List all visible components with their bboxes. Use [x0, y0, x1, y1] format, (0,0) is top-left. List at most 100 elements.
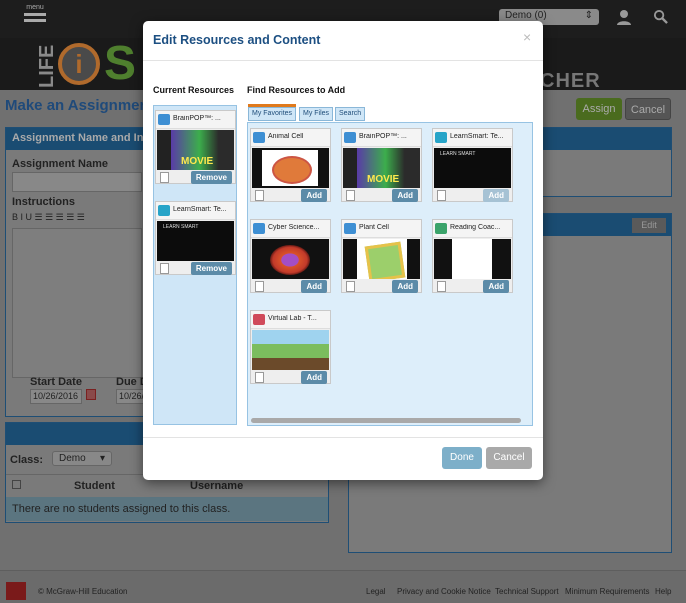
- due-date-field[interactable]: 10/26/: [116, 389, 144, 404]
- document-icon: [160, 172, 169, 183]
- card-title: LearnSmart: Te...: [173, 206, 227, 213]
- start-date-field[interactable]: 10/26/2016: [30, 389, 82, 404]
- card-thumbnail: LEARN SMART: [434, 148, 511, 188]
- current-resource-card: LearnSmart: Te... LEARN SMART Remove: [155, 201, 236, 275]
- resource-card: Animal Cell Add: [250, 128, 331, 202]
- resource-card: Reading Coac... Add: [432, 219, 513, 293]
- card-thumbnail: [343, 239, 420, 279]
- footer-link-requirements[interactable]: Minimum Requirements: [565, 587, 649, 596]
- select-arrows-icon: ⇕: [584, 10, 593, 21]
- card-title: Animal Cell: [268, 133, 304, 140]
- instructions-editor[interactable]: [12, 228, 142, 378]
- add-button[interactable]: Add: [301, 189, 327, 202]
- footer-link-legal[interactable]: Legal: [366, 587, 386, 596]
- user-icon[interactable]: [616, 9, 632, 25]
- page-title: Make an Assignment: [5, 97, 154, 114]
- reading-coach-thumbnail: [452, 239, 492, 279]
- student-column-header: Student: [74, 480, 115, 492]
- card-title: BrainPOP™: ...: [359, 133, 407, 140]
- menu-button[interactable]: menu: [24, 4, 46, 32]
- mcgraw-hill-logo[interactable]: [6, 582, 26, 600]
- username-column-header: Username: [190, 480, 244, 492]
- virtual-lab-icon: [253, 314, 265, 325]
- add-button[interactable]: Add: [392, 189, 418, 202]
- add-button[interactable]: Add: [483, 280, 509, 293]
- cyber-science-thumbnail: [252, 239, 329, 279]
- assign-button[interactable]: Assign: [576, 98, 622, 120]
- resource-card: BrainPOP™: ... Add: [341, 128, 422, 202]
- remove-button[interactable]: Remove: [190, 262, 232, 275]
- modal-footer-divider: [143, 437, 543, 438]
- copyright-text: © McGraw-Hill Education: [38, 587, 128, 596]
- edit-button[interactable]: Edit: [632, 218, 666, 233]
- menu-label: menu: [26, 4, 44, 11]
- document-icon: [255, 281, 264, 292]
- learnsmart-icon: [158, 205, 170, 216]
- current-resource-card: BrainPOP™: ... Remove: [155, 110, 236, 184]
- document-icon: [346, 190, 355, 201]
- card-thumbnail: [434, 239, 511, 279]
- class-label: Class:: [10, 454, 44, 466]
- tab-search[interactable]: Search: [335, 107, 366, 121]
- document-icon: [255, 372, 264, 383]
- calendar-icon[interactable]: [86, 389, 96, 400]
- cancel-button-page[interactable]: Cancel: [625, 98, 671, 120]
- instructions-label: Instructions: [12, 196, 75, 208]
- resource-card: Cyber Science... Add: [250, 219, 331, 293]
- assignment-name-field[interactable]: [12, 172, 142, 192]
- learnsmart-icon: [435, 132, 447, 143]
- footer-link-privacy[interactable]: Privacy and Cookie Notice: [397, 587, 491, 596]
- card-title: Virtual Lab - T...: [268, 315, 317, 322]
- cancel-button[interactable]: Cancel: [486, 447, 532, 469]
- remove-button[interactable]: Remove: [190, 171, 232, 184]
- editor-toolbar[interactable]: B I U ☰ ☰ ☰ ☰ ☰: [12, 212, 142, 228]
- tab-my-files[interactable]: My Files: [299, 107, 334, 121]
- add-button[interactable]: Add: [301, 371, 327, 384]
- card-title: Reading Coac...: [450, 224, 501, 231]
- class-select[interactable]: Demo ▾: [52, 451, 112, 466]
- tab-my-favorites[interactable]: My Favorites: [248, 107, 297, 121]
- no-students-message: There are no students assigned to this c…: [6, 497, 328, 521]
- virtual-lab-thumbnail: [252, 330, 329, 370]
- document-icon: [435, 223, 447, 234]
- footer-link-help[interactable]: Help: [655, 587, 671, 596]
- document-icon: [160, 263, 169, 274]
- search-icon[interactable]: [653, 9, 668, 24]
- video-icon: [158, 114, 170, 125]
- plant-cell-thumbnail: [357, 239, 407, 279]
- done-button[interactable]: Done: [442, 447, 482, 469]
- current-resources-title: Current Resources: [153, 85, 235, 95]
- find-resources-panel: Animal Cell Add BrainPOP™: ... Add Learn…: [247, 122, 533, 426]
- video-icon: [344, 132, 356, 143]
- chevron-down-icon: ▾: [99, 453, 105, 464]
- current-resources-panel: BrainPOP™: ... Remove LearnSmart: Te... …: [153, 105, 237, 425]
- card-title: LearnSmart: Te...: [450, 133, 504, 140]
- resource-card: Virtual Lab - T... Add: [250, 310, 331, 384]
- modal-title: Edit Resources and Content: [153, 33, 321, 47]
- close-icon[interactable]: ×: [523, 29, 531, 45]
- resource-card: LearnSmart: Te... LEARN SMART Add: [432, 128, 513, 202]
- video-icon: [344, 223, 356, 234]
- document-icon: [437, 190, 446, 201]
- add-button[interactable]: Add: [301, 280, 327, 293]
- select-all-checkbox[interactable]: [12, 480, 21, 489]
- animal-cell-thumbnail: [262, 150, 318, 186]
- banner-life-text: LIFE: [36, 44, 58, 88]
- horizontal-scrollbar[interactable]: [251, 418, 521, 423]
- modal-divider: [143, 60, 543, 61]
- footer-link-support[interactable]: Technical Support: [495, 587, 559, 596]
- brainpop-thumbnail: [343, 148, 420, 188]
- card-title: BrainPOP™: ...: [173, 115, 221, 122]
- card-thumbnail: LEARN SMART: [157, 221, 234, 261]
- logo-i: i: [58, 43, 100, 85]
- logo-s: S: [104, 37, 137, 90]
- add-button-disabled: Add: [483, 189, 509, 202]
- card-thumbnail: [252, 148, 329, 188]
- card-thumbnail: [343, 148, 420, 188]
- video-icon: [253, 132, 265, 143]
- learnsmart-thumbnail: LEARN SMART: [434, 148, 511, 188]
- add-button[interactable]: Add: [392, 280, 418, 293]
- card-thumbnail: [157, 130, 234, 170]
- learnsmart-thumbnail: LEARN SMART: [157, 221, 234, 261]
- hamburger-icon: [24, 13, 46, 22]
